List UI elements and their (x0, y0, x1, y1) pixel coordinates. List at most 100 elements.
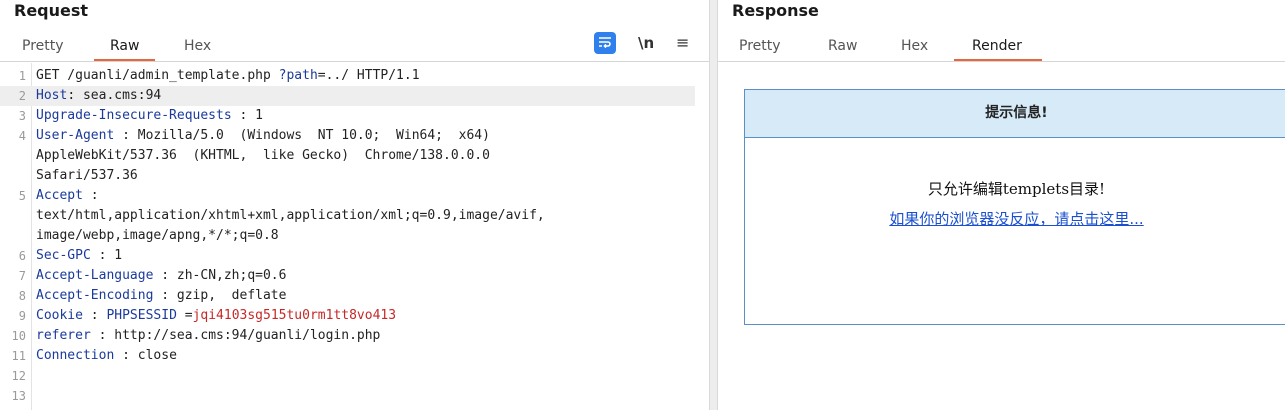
line-number: 8 (18, 289, 26, 303)
param-name: ?path (278, 68, 318, 83)
code-text: =../ HTTP/1.1 (317, 68, 420, 83)
tab-separator (0, 61, 709, 62)
code-text: : 1 (231, 108, 263, 123)
request-line[interactable]: 9 Cookie : PHPSESSID =jqi4103sg515tu0rm1t… (0, 306, 695, 326)
request-line[interactable]: 10 referer : http://sea.cms:94/guanli/log… (0, 326, 695, 346)
line-code: User-Agent : Mozilla/5.0 (Windows NT 10.… (36, 126, 490, 146)
code-text: : (82, 188, 99, 203)
line-number: 1 (18, 69, 26, 83)
line-number: 4 (18, 129, 26, 143)
request-line[interactable]: 5 Accept : (0, 186, 695, 206)
newline-toggle-button[interactable]: \n (638, 32, 654, 56)
code-text: : http://sea.cms:94/guanli/login.php (90, 328, 381, 343)
code-text: = (176, 308, 193, 323)
request-line[interactable]: 4 User-Agent : Mozilla/5.0 (Windows NT 10… (0, 126, 695, 146)
line-number: 5 (18, 189, 26, 203)
hamburger-menu-icon[interactable]: ≡ (676, 32, 689, 56)
line-code: text/html,application/xhtml+xml,applicat… (36, 206, 545, 226)
line-code: Accept-Encoding : gzip, deflate (36, 286, 286, 306)
response-title: Response (732, 1, 819, 20)
request-line[interactable]: 8 Accept-Encoding : gzip, deflate (0, 286, 695, 306)
line-number: 7 (18, 269, 26, 283)
request-line[interactable]: 12 (0, 366, 695, 386)
cookie-value: jqi4103sg515tu0rm1tt8vo413 (192, 308, 397, 323)
header-name: Host (36, 88, 68, 103)
line-number: 11 (11, 349, 26, 363)
line-code: Accept-Language : zh-CN,zh;q=0.6 (36, 266, 286, 286)
request-line[interactable]: 3 Upgrade-Insecure-Requests : 1 (0, 106, 695, 126)
render-header: 提示信息! (745, 90, 1285, 138)
line-code: Host: sea.cms:94 (36, 86, 161, 106)
code-text: : close (114, 348, 177, 363)
response-pane: Response Pretty Raw Hex Render 提示信息! 只允许… (718, 0, 1285, 410)
param-name: PHPSESSID (106, 308, 177, 323)
request-pane: Request Pretty Raw Hex \n ≡ 1 GET /guanli… (0, 0, 709, 410)
request-tab-pretty[interactable]: Pretty (22, 34, 64, 62)
line-code: Cookie : PHPSESSID =jqi4103sg515tu0rm1tt… (36, 306, 396, 326)
request-line[interactable]: Safari/537.36 (0, 166, 695, 186)
header-name: Sec-GPC (36, 248, 91, 263)
header-name: Connection (36, 348, 115, 363)
line-code: Connection : close (36, 346, 177, 366)
response-tab-pretty[interactable]: Pretty (739, 34, 781, 62)
request-line[interactable]: 2 Host: sea.cms:94 (0, 86, 695, 106)
request-editor[interactable]: 1 GET /guanli/admin_template.php ?path=..… (0, 63, 709, 410)
line-code: AppleWebKit/537.36 (KHTML, like Gecko) C… (36, 146, 490, 166)
pane-divider[interactable] (709, 0, 718, 410)
line-code: Sec-GPC : 1 (36, 246, 122, 266)
header-name: Cookie (36, 308, 83, 323)
header-name: Upgrade-Insecure-Requests (36, 108, 232, 123)
request-tab-raw[interactable]: Raw (94, 34, 156, 62)
request-title: Request (14, 1, 89, 20)
code-text: AppleWebKit/537.36 (KHTML, like Gecko) C… (36, 148, 490, 163)
code-text: GET /guanli/admin_template.php (36, 68, 279, 83)
response-tab-hex[interactable]: Hex (901, 34, 928, 62)
line-number: 9 (18, 309, 26, 323)
response-tab-raw[interactable]: Raw (828, 34, 857, 62)
code-text: text/html,application/xhtml+xml,applicat… (36, 208, 545, 223)
code-text: Safari/537.36 (36, 168, 138, 183)
request-line[interactable]: text/html,application/xhtml+xml,applicat… (0, 206, 695, 226)
tab-separator (718, 61, 1285, 62)
line-code: Accept : (36, 186, 99, 206)
line-number: 13 (11, 389, 26, 403)
render-message-box: 提示信息! 只允许编辑templets目录! 如果你的浏览器没反应，请点击这里.… (744, 89, 1285, 325)
line-code: Safari/537.36 (36, 166, 138, 186)
request-line[interactable]: AppleWebKit/537.36 (KHTML, like Gecko) C… (0, 146, 695, 166)
line-code: referer : http://sea.cms:94/guanli/login… (36, 326, 380, 346)
request-tab-hex[interactable]: Hex (184, 34, 211, 62)
header-name: Accept-Encoding (36, 288, 154, 303)
render-view: 提示信息! 只允许编辑templets目录! 如果你的浏览器没反应，请点击这里.… (718, 63, 1285, 410)
word-wrap-icon[interactable] (594, 32, 616, 54)
header-name: Accept-Language (36, 268, 154, 283)
header-name: Accept (36, 188, 83, 203)
code-text: image/webp,image/apng,*/*;q=0.8 (36, 228, 279, 243)
request-line[interactable]: image/webp,image/apng,*/*;q=0.8 (0, 226, 695, 246)
code-text: : zh-CN,zh;q=0.6 (153, 268, 287, 283)
render-redirect-link[interactable]: 如果你的浏览器没反应，请点击这里... (745, 208, 1285, 229)
header-name: referer (36, 328, 91, 343)
line-number: 3 (18, 109, 26, 123)
line-number: 12 (11, 369, 26, 383)
line-number: 2 (18, 89, 26, 103)
response-tabs: Pretty Raw Hex Render (718, 34, 1285, 62)
line-number: 6 (18, 249, 26, 263)
code-text: : (82, 308, 107, 323)
response-tab-render[interactable]: Render (954, 34, 1042, 62)
line-code: Upgrade-Insecure-Requests : 1 (36, 106, 263, 126)
request-line[interactable]: 13 (0, 386, 695, 406)
response-tab-render-label: Render (972, 38, 1022, 54)
line-number: 10 (11, 329, 26, 343)
code-text: : gzip, deflate (153, 288, 287, 303)
line-code: image/webp,image/apng,*/*;q=0.8 (36, 226, 279, 246)
line-code: GET /guanli/admin_template.php ?path=../… (36, 66, 420, 86)
code-text: : sea.cms:94 (67, 88, 162, 103)
request-line[interactable]: 11 Connection : close (0, 346, 695, 366)
request-line[interactable]: 7 Accept-Language : zh-CN,zh;q=0.6 (0, 266, 695, 286)
request-line[interactable]: 1 GET /guanli/admin_template.php ?path=..… (0, 66, 695, 86)
request-tab-raw-label: Raw (110, 38, 140, 54)
code-text: : 1 (90, 248, 123, 263)
header-name: User-Agent (36, 128, 115, 143)
request-line[interactable]: 6 Sec-GPC : 1 (0, 246, 695, 266)
code-text: : Mozilla/5.0 (Windows NT 10.0; Win64; x… (114, 128, 490, 143)
